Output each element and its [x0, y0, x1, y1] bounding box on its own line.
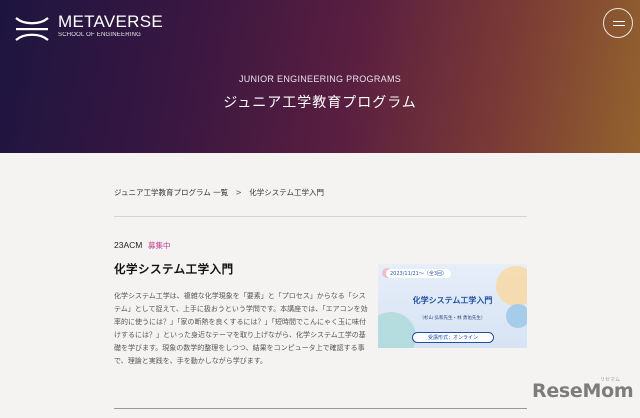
logo-title: METAVERSE: [58, 12, 164, 31]
divider: [114, 408, 527, 409]
status-badge: 募集中: [148, 241, 171, 250]
page-title: ジュニア工学教育プログラム: [223, 95, 417, 111]
course-image-teachers: （杉山 弘和先生・林 勇佑先生）: [419, 316, 486, 321]
hero-banner: METAVERSE SCHOOL OF ENGINEERING JUNIOR E…: [0, 0, 640, 153]
breadcrumb: ジュニア工学教育プログラム 一覧 > 化学システム工学入門: [114, 187, 324, 198]
watermark-text: ReseMom: [532, 380, 634, 402]
course-title: 化学システム工学入門: [114, 262, 234, 276]
breadcrumb-separator: >: [235, 188, 242, 197]
course-description: 化学システム工学は、複雑な化学現象を「要素」と「プロセス」からなる「システム」と…: [114, 292, 368, 365]
hamburger-menu-icon: [613, 21, 625, 22]
course-image-format: 受講形式：オンライン: [412, 332, 494, 343]
divider: [114, 216, 527, 217]
logo-subtitle: SCHOOL OF ENGINEERING: [58, 32, 141, 38]
hero-eyebrow: JUNIOR ENGINEERING PROGRAMS: [238, 74, 402, 84]
breadcrumb-link-program-list[interactable]: ジュニア工学教育プログラム 一覧: [114, 188, 228, 197]
hamburger-menu-icon: [613, 25, 625, 26]
course-image-date: 2023/11/21〜（全3回）: [386, 269, 452, 278]
breadcrumb-current: 化学システム工学入門: [249, 188, 324, 197]
menu-button[interactable]: [603, 8, 633, 38]
course-image: 2023/11/21〜（全3回） 化学システム工学入門 （杉山 弘和先生・林 勇…: [378, 264, 527, 348]
watermark-kana: リセマム: [600, 377, 621, 383]
metaverse-logo-icon: [15, 17, 49, 41]
course-image-title: 化学システム工学入門: [412, 296, 493, 305]
resemom-watermark: ReseMom リセマム: [532, 377, 634, 410]
site-logo[interactable]: METAVERSE SCHOOL OF ENGINEERING: [14, 13, 163, 44]
course-code: 23ACM: [114, 240, 143, 250]
